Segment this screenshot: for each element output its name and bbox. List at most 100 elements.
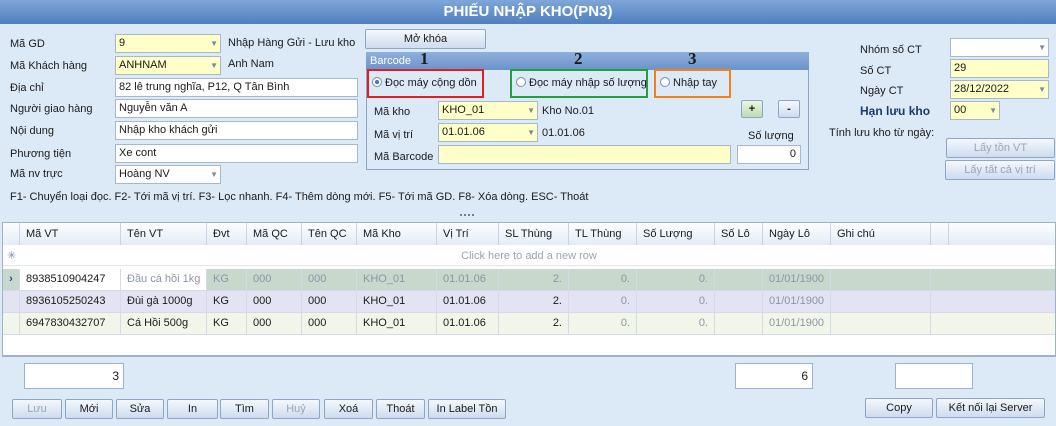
so-luong-input[interactable]: 0 [737, 145, 801, 164]
cell-tl-thung[interactable]: 0. [569, 313, 637, 334]
ma-gd-value: 9 [119, 37, 126, 49]
new-row[interactable]: ✳ Click here to add a new row [3, 246, 1055, 266]
so-ct-input[interactable]: 29 [950, 59, 1049, 78]
nhom-so-ct-select[interactable]: ▼ [950, 38, 1049, 57]
cell-sl-thung[interactable]: 2. [499, 291, 569, 312]
ma-nv-select[interactable]: Hoàng NV ▼ [115, 165, 221, 184]
han-luu-kho-select[interactable]: 00 ▼ [950, 101, 1000, 120]
ma-gd-select[interactable]: 9 ▼ [115, 34, 221, 53]
table-row[interactable]: › 8938510904247 Đầu cá hồi 1kg KG 000 00… [3, 269, 1055, 291]
cell-tl-thung[interactable]: 0. [569, 291, 637, 312]
dia-chi-input[interactable]: 82 lê trung nghĩa, P12, Q Tân Bình [115, 78, 358, 97]
cell-so-lo[interactable] [715, 313, 763, 334]
cell-vi-tri[interactable]: 01.01.06 [437, 291, 499, 312]
cell-ngay-lo[interactable]: 01/01/1900 [763, 313, 831, 334]
cell-ma-qc[interactable]: 000 [247, 291, 302, 312]
cell-ma-vt[interactable]: 8938510904247 [20, 269, 121, 290]
cell-ma-qc[interactable]: 000 [247, 313, 302, 334]
phuong-tien-input[interactable]: Xe cont [115, 144, 358, 163]
col-header[interactable]: Số Lượng [637, 223, 715, 245]
table-row[interactable]: 8936105250243 Đùi gà 1000g KG 000 000 KH… [3, 291, 1055, 313]
copy-button[interactable]: Copy [865, 398, 933, 418]
splitter-grip[interactable] [460, 214, 474, 218]
col-header[interactable]: Mã Kho [357, 223, 437, 245]
radio-nhap-so-luong-label: Đọc máy nhập số lượng [529, 77, 647, 89]
cell-ghi-chu[interactable] [831, 313, 931, 334]
cell-ma-qc[interactable]: 000 [247, 269, 302, 290]
col-header[interactable]: Tên QC [302, 223, 357, 245]
noi-dung-input[interactable]: Nhập kho khách gửi [115, 121, 358, 140]
cell-dvt[interactable]: KG [207, 313, 247, 334]
col-header[interactable]: Số Lô [715, 223, 763, 245]
cell-so-luong[interactable]: 0. [637, 269, 715, 290]
table-row[interactable]: 6947830432707 Cá Hồi 500g KG 000 000 KHO… [3, 313, 1055, 335]
ma-kh-select[interactable]: ANHNAM ▼ [115, 56, 221, 75]
cell-ma-vt[interactable]: 6947830432707 [20, 313, 121, 334]
cell-dvt[interactable]: KG [207, 269, 247, 290]
cell-ngay-lo[interactable]: 01/01/1900 [763, 291, 831, 312]
cell-ma-vt[interactable]: 8936105250243 [20, 291, 121, 312]
cell-dvt[interactable]: KG [207, 291, 247, 312]
cell-vi-tri[interactable]: 01.01.06 [437, 269, 499, 290]
tim-button[interactable]: Tìm [220, 399, 269, 419]
chevron-down-icon: ▼ [1038, 85, 1046, 94]
mo-khoa-button[interactable]: Mở khóa [365, 29, 486, 49]
cell-so-lo[interactable] [715, 291, 763, 312]
col-header[interactable]: Ghi chú [831, 223, 931, 245]
cell-ma-kho[interactable]: KHO_01 [357, 313, 437, 334]
col-header[interactable]: Tên VT [121, 223, 207, 245]
cell-sl-thung[interactable]: 2. [499, 269, 569, 290]
radio-cong-don[interactable]: Đọc máy cộng dồn [372, 77, 477, 89]
lay-tat-ca-vi-tri-button[interactable]: Lấy tất cả vị trí [945, 160, 1055, 180]
cell-ten-qc[interactable]: 000 [302, 313, 357, 334]
cell-ma-kho[interactable]: KHO_01 [357, 291, 437, 312]
nguoi-giao-input[interactable]: Nguyễn văn A [115, 99, 358, 118]
radio-nhap-so-luong[interactable]: Đọc máy nhập số lượng [516, 77, 647, 89]
ngay-ct-select[interactable]: 28/12/2022 ▼ [950, 80, 1049, 99]
cell-sl-thung[interactable]: 2. [499, 313, 569, 334]
cell-ten-vt[interactable]: Cá Hồi 500g [121, 313, 207, 334]
col-header[interactable]: Vị Trí [437, 223, 499, 245]
ma-kho-select[interactable]: KHO_01 ▼ [438, 101, 538, 120]
cell-ten-vt[interactable]: Đùi gà 1000g [121, 291, 207, 312]
ma-barcode-input[interactable] [438, 145, 731, 164]
cell-so-luong[interactable]: 0. [637, 291, 715, 312]
col-header[interactable]: Mã VT [20, 223, 121, 245]
cell-ghi-chu[interactable] [831, 269, 931, 290]
cell-tl-thung[interactable]: 0. [569, 269, 637, 290]
thoat-button[interactable]: Thoát [376, 399, 425, 419]
col-header[interactable]: Ngày Lô [763, 223, 831, 245]
huy-button[interactable]: Huỷ [272, 399, 320, 419]
radio-nhap-tay[interactable]: Nhập tay [660, 77, 717, 89]
lay-ton-vt-button[interactable]: Lấy tồn VT [946, 138, 1055, 158]
plus-button[interactable]: + [741, 100, 763, 118]
minus-button[interactable]: - [778, 100, 800, 118]
cell-ghi-chu[interactable] [831, 291, 931, 312]
radio-nhap-tay-label: Nhập tay [673, 77, 718, 89]
chevron-down-icon: ▼ [210, 39, 218, 48]
cell-ten-qc[interactable]: 000 [302, 269, 357, 290]
sua-button[interactable]: Sửa [116, 399, 164, 419]
ma-kh-note: Anh Nam [228, 58, 274, 70]
moi-button[interactable]: Mới [65, 399, 113, 419]
cell-ngay-lo[interactable]: 01/01/1900 [763, 269, 831, 290]
col-header[interactable]: SL Thùng [499, 223, 569, 245]
in-button[interactable]: In [167, 399, 218, 419]
col-header[interactable]: Đvt [207, 223, 247, 245]
cell-ten-qc[interactable]: 000 [302, 291, 357, 312]
luu-button[interactable]: Lưu [12, 399, 62, 419]
nguoi-giao-label: Người giao hàng [10, 103, 93, 115]
ket-noi-lai-server-button[interactable]: Kết nối lại Server [936, 398, 1045, 418]
new-row-hint: Click here to add a new row [461, 250, 597, 262]
cell-so-luong[interactable]: 0. [637, 313, 715, 334]
in-label-ton-button[interactable]: In Label Tồn [428, 399, 506, 419]
cell-ten-vt[interactable]: Đầu cá hồi 1kg [121, 269, 207, 290]
ma-vi-tri-select[interactable]: 01.01.06 ▼ [438, 123, 538, 142]
cell-so-lo[interactable] [715, 269, 763, 290]
xoa-button[interactable]: Xoá [324, 399, 373, 419]
chevron-down-icon: ▼ [527, 128, 535, 137]
col-header[interactable]: TL Thùng [569, 223, 637, 245]
cell-vi-tri[interactable]: 01.01.06 [437, 313, 499, 334]
cell-ma-kho[interactable]: KHO_01 [357, 269, 437, 290]
col-header[interactable]: Mã QC [247, 223, 302, 245]
